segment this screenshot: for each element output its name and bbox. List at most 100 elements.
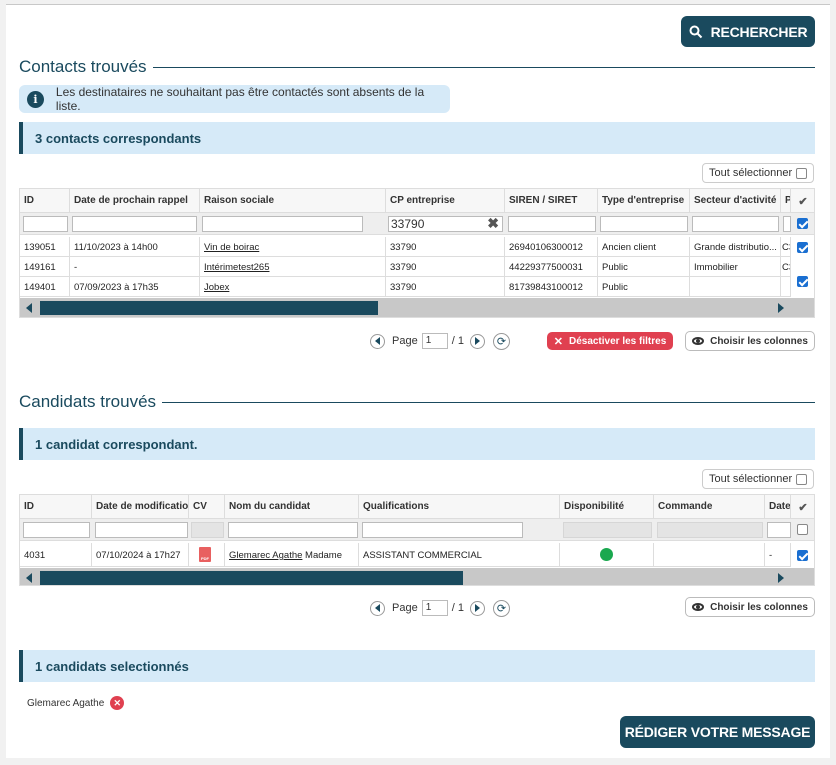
- row-checkbox[interactable]: [797, 242, 808, 253]
- cell-date: -: [765, 543, 791, 567]
- candidats-pager: Page 1 / 1 ⟳: [370, 599, 510, 617]
- prev-page-button[interactable]: [370, 333, 385, 349]
- page-total: / 1: [451, 602, 464, 614]
- col-header-id[interactable]: ID: [20, 495, 92, 519]
- refresh-icon[interactable]: ⟳: [492, 599, 510, 617]
- candidats-section-title: Candidats trouvés: [19, 392, 815, 412]
- search-button[interactable]: RECHERCHER: [681, 16, 815, 47]
- filter-p-input[interactable]: [783, 216, 791, 232]
- remove-icon[interactable]: ✕: [110, 696, 125, 710]
- contacts-count-band: 3 contacts correspondants: [19, 122, 815, 154]
- contacts-select-all[interactable]: Tout sélectionner: [702, 163, 814, 183]
- prev-page-button[interactable]: [370, 600, 385, 616]
- candidats-select-all[interactable]: Tout sélectionner: [702, 469, 814, 489]
- col-header-raison[interactable]: Raison sociale: [200, 189, 386, 213]
- next-page-button[interactable]: [469, 600, 485, 616]
- filter-secteur-input[interactable]: [692, 216, 779, 232]
- contacts-filter-row: 33790 ✖: [20, 213, 814, 235]
- company-link[interactable]: Vin de boirac: [204, 242, 259, 253]
- candidats-select-all-checkbox[interactable]: [796, 473, 807, 485]
- filter-nom-input[interactable]: [228, 522, 358, 538]
- page-container: RECHERCHER Contacts trouvés i Les destin…: [6, 4, 830, 758]
- col-header-date-modif[interactable]: Date de modificatior: [92, 495, 189, 519]
- filter-id-input[interactable]: [23, 216, 68, 232]
- col-header-cp[interactable]: CP entreprise: [386, 189, 505, 213]
- company-link[interactable]: Intérimetest265: [204, 262, 269, 273]
- page-number-input[interactable]: 1: [421, 333, 448, 349]
- col-header-type[interactable]: Type d'entreprise: [598, 189, 690, 213]
- filter-type-input[interactable]: [600, 216, 688, 232]
- clear-filter-icon[interactable]: ✖: [487, 216, 499, 230]
- candidats-filter-row: [20, 519, 814, 541]
- candidate-civility: Madame: [302, 550, 343, 561]
- company-link[interactable]: Jobex: [204, 282, 229, 293]
- contacts-horizontal-scrollbar[interactable]: [20, 298, 814, 317]
- col-header-qualif[interactable]: Qualifications: [359, 495, 560, 519]
- eye-icon: [692, 337, 705, 345]
- contacts-count-text: 3 contacts correspondants: [35, 130, 202, 146]
- page-number-input[interactable]: 1: [421, 600, 448, 616]
- scroll-thumb[interactable]: [40, 571, 463, 585]
- cell-type: Ancien client: [598, 237, 690, 257]
- choose-columns-label: Choisir les colonnes: [710, 601, 808, 613]
- scroll-thumb[interactable]: [40, 301, 378, 315]
- cell-cp: 33790: [386, 237, 505, 257]
- filter-date2-input[interactable]: [767, 522, 791, 538]
- col-header-p[interactable]: P: [781, 189, 791, 213]
- filter-rappel-input[interactable]: [72, 216, 197, 232]
- contacts-grid: ID Date de prochain rappel Raison social…: [19, 188, 815, 318]
- availability-dot-icon: [600, 548, 613, 561]
- filter-qualif-input[interactable]: [362, 522, 523, 538]
- scroll-left-icon[interactable]: [26, 573, 32, 583]
- cell-commande: [654, 543, 765, 567]
- close-icon: ✕: [553, 335, 563, 348]
- contacts-filter-checkbox[interactable]: [797, 218, 808, 229]
- col-header-check-icon: ✔: [791, 189, 814, 213]
- info-icon: i: [27, 90, 44, 108]
- chevron-left-icon: [375, 337, 380, 345]
- filter-cp-input[interactable]: 33790 ✖: [388, 216, 503, 232]
- col-header-commande[interactable]: Commande: [654, 495, 765, 519]
- contacts-choose-columns-button[interactable]: Choisir les colonnes: [685, 331, 815, 351]
- contacts-select-all-checkbox[interactable]: [796, 167, 807, 179]
- col-header-secteur[interactable]: Secteur d'activité: [690, 189, 781, 213]
- candidats-horizontal-scrollbar[interactable]: [20, 568, 814, 585]
- candidats-count-text: 1 candidat correspondant.: [35, 436, 198, 452]
- contacts-pager: Page 1 / 1 ⟳: [370, 332, 510, 350]
- col-header-cv[interactable]: CV: [189, 495, 225, 519]
- candidats-choose-columns-button[interactable]: Choisir les colonnes: [685, 597, 815, 617]
- filter-raison-input[interactable]: [202, 216, 363, 232]
- filter-id-input[interactable]: [23, 522, 90, 538]
- candidate-name-link[interactable]: Glemarec Agathe: [229, 550, 302, 561]
- col-header-dispo[interactable]: Disponibilité: [560, 495, 654, 519]
- col-header-siren[interactable]: SIREN / SIRET: [505, 189, 598, 213]
- filter-date-input[interactable]: [95, 522, 188, 538]
- page-label: Page: [392, 602, 418, 614]
- search-icon: [689, 25, 702, 38]
- search-button-label: RECHERCHER: [710, 23, 808, 40]
- disable-filters-button[interactable]: ✕ Désactiver les filtres: [547, 332, 673, 350]
- contacts-section-title: Contacts trouvés: [19, 57, 815, 77]
- next-page-button[interactable]: [469, 333, 485, 349]
- pdf-icon[interactable]: [199, 547, 211, 562]
- cell-qualif: ASSISTANT COMMERCIAL: [359, 543, 560, 567]
- scroll-right-icon[interactable]: [778, 573, 784, 583]
- row-checkbox[interactable]: [797, 276, 808, 287]
- scroll-right-icon[interactable]: [778, 303, 784, 313]
- row-checkbox[interactable]: [797, 550, 808, 561]
- filter-siren-input[interactable]: [508, 216, 596, 232]
- compose-message-button[interactable]: RÉDIGER VOTRE MESSAGE: [620, 716, 815, 748]
- selected-candidate-name: Glemarec Agathe: [27, 697, 105, 709]
- cell-rappel: 07/09/2023 à 17h35: [70, 277, 200, 297]
- scroll-left-icon[interactable]: [26, 303, 32, 313]
- col-header-id[interactable]: ID: [20, 189, 70, 213]
- refresh-icon[interactable]: ⟳: [492, 332, 510, 350]
- choose-columns-label: Choisir les colonnes: [710, 335, 808, 347]
- candidats-count-band: 1 candidat correspondant.: [19, 428, 815, 460]
- col-header-nom[interactable]: Nom du candidat: [225, 495, 359, 519]
- col-header-rappel[interactable]: Date de prochain rappel: [70, 189, 200, 213]
- selected-count-band: 1 candidats selectionnés: [19, 650, 815, 682]
- candidats-filter-checkbox[interactable]: [797, 524, 808, 535]
- col-header-date[interactable]: Date: [765, 495, 791, 519]
- cell-secteur: Immobilier: [690, 257, 781, 277]
